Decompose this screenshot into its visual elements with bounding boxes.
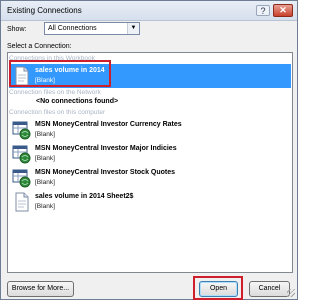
connection-item-sheet2[interactable]: sales volume in 2014 Sheet2$ [Blank] [9,190,291,214]
connection-name: sales volume in 2014 Sheet2$ [35,193,134,200]
section-header-network: Connection files on the Network [9,89,101,96]
connection-item-stock-quotes[interactable]: MSN MoneyCentral Investor Stock Quotes [… [9,166,291,190]
help-icon[interactable]: ? [256,5,270,16]
no-connections-message: <No connections found> [36,98,119,105]
document-icon [15,192,29,212]
browse-for-more-button[interactable]: Browse for More... [7,281,74,297]
title-bar: Existing Connections ? ✕ [1,1,297,21]
show-dropdown-value: All Connections [48,25,97,32]
connection-name: MSN MoneyCentral Investor Major Indicies [35,145,177,152]
connection-item-major-indicies[interactable]: MSN MoneyCentral Investor Major Indicies… [9,142,291,166]
connection-item-currency-rates[interactable]: MSN MoneyCentral Investor Currency Rates… [9,118,291,142]
connection-description: [Blank] [35,179,55,186]
web-query-icon [12,169,31,188]
connection-description: [Blank] [35,155,55,162]
resize-grip-icon[interactable] [287,289,295,297]
existing-connections-dialog: Existing Connections ? ✕ Show: All Conne… [0,0,298,300]
section-header-computer: Connection files on this computer [9,109,106,116]
web-query-icon [12,145,31,164]
show-dropdown[interactable]: All Connections ▼ [44,22,140,35]
annotation-highlight-connection [9,60,111,87]
show-label: Show: [7,26,27,33]
dialog-title: Existing Connections [7,6,82,15]
connection-name: MSN MoneyCentral Investor Currency Rates [35,121,182,128]
connection-description: [Blank] [35,203,55,210]
select-connection-label: Select a Connection: [7,43,72,50]
annotation-highlight-open [193,276,243,300]
connection-name: MSN MoneyCentral Investor Stock Quotes [35,169,176,176]
close-button[interactable]: ✕ [273,4,293,17]
chevron-down-icon[interactable]: ▼ [127,23,139,34]
cancel-button[interactable]: Cancel [249,281,290,297]
web-query-icon [12,121,31,140]
connection-description: [Blank] [35,131,55,138]
